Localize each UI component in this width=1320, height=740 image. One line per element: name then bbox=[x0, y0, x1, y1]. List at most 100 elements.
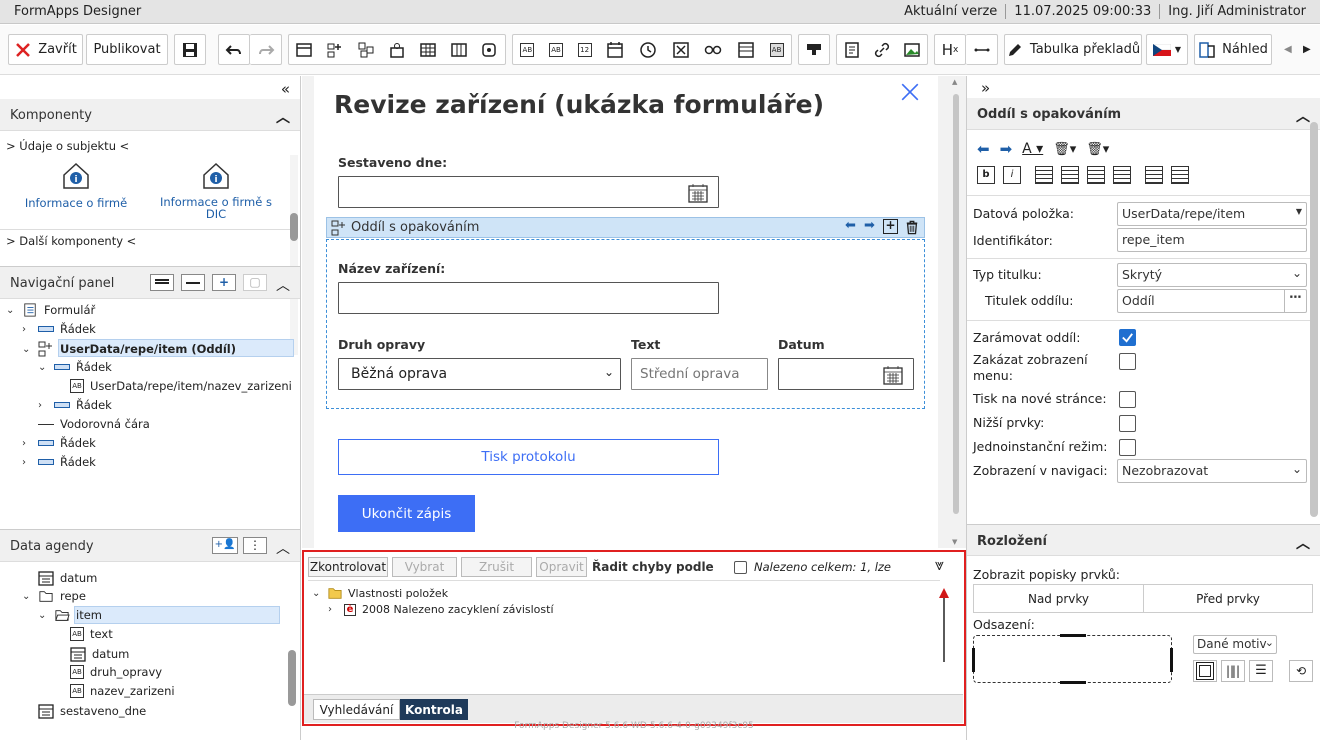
line-tool[interactable] bbox=[966, 34, 998, 65]
canvas-scrollbar[interactable]: ▲ ▼ bbox=[950, 76, 962, 548]
fill-color-icon[interactable]: 🗑▾ bbox=[1053, 142, 1076, 157]
nav-row[interactable]: › Řádek bbox=[22, 455, 96, 469]
textbox-icon[interactable]: AB bbox=[520, 42, 535, 57]
add-item-button[interactable]: + bbox=[212, 274, 236, 291]
save-button[interactable] bbox=[174, 34, 206, 65]
check-button[interactable]: Zkontrolovat bbox=[308, 557, 388, 577]
nad-prvky-button[interactable]: Nad prvky bbox=[973, 584, 1144, 613]
dropdown-icon[interactable] bbox=[737, 41, 755, 59]
properties-scrollbar[interactable] bbox=[1310, 122, 1318, 542]
nizsi-checkbox[interactable] bbox=[1119, 415, 1136, 432]
jedno-checkbox[interactable] bbox=[1119, 439, 1136, 456]
publish-button[interactable]: Publikovat bbox=[86, 34, 168, 65]
nav-field[interactable]: AB UserData/repe/item/nazev_zarizeni bbox=[70, 379, 292, 393]
scroll-left-icon[interactable]: ◀ bbox=[1284, 44, 1292, 55]
arrow-right-icon[interactable]: ➡ bbox=[864, 218, 875, 233]
language-select[interactable]: ▼ bbox=[1146, 34, 1188, 65]
preview-button[interactable]: Náhled bbox=[1194, 34, 1272, 65]
component-group-1[interactable]: > Údaje o subjektu < bbox=[6, 139, 129, 153]
textarea-icon[interactable]: AB bbox=[548, 42, 563, 57]
ident-input[interactable]: repe_item bbox=[1117, 228, 1307, 252]
add-instance-icon[interactable]: + bbox=[883, 219, 898, 234]
padding-vertical-button[interactable]: ☰ bbox=[1249, 660, 1273, 682]
found-checkbox[interactable] bbox=[734, 561, 747, 574]
agenda-item[interactable]: datum bbox=[70, 646, 129, 662]
align-left-icon[interactable] bbox=[1035, 166, 1053, 184]
nav-hline[interactable]: Vodorovná čára bbox=[38, 417, 150, 431]
align-center-icon[interactable] bbox=[1061, 166, 1079, 184]
outdent-icon[interactable] bbox=[1171, 166, 1189, 184]
typ-select[interactable]: Skrytý ⌄ bbox=[1117, 263, 1307, 287]
clock-icon[interactable] bbox=[639, 41, 657, 59]
radio-icon[interactable] bbox=[704, 41, 722, 59]
checkbox-icon[interactable] bbox=[672, 41, 690, 59]
section-header[interactable]: Oddíl s opakováním ⬅ ➡ + bbox=[326, 217, 925, 238]
collapse-right-icon[interactable]: » bbox=[981, 79, 990, 97]
select-button[interactable]: Vybrat bbox=[392, 557, 457, 577]
agenda-item[interactable]: AB text bbox=[70, 627, 113, 641]
align-right-icon[interactable] bbox=[1087, 166, 1105, 184]
close-form-icon[interactable] bbox=[900, 82, 920, 102]
add-data-button[interactable]: +👤 bbox=[212, 537, 238, 554]
agenda-item[interactable]: AB nazev_zarizeni bbox=[70, 684, 175, 698]
print-button[interactable]: Tisk protokolu bbox=[338, 439, 719, 475]
text-input[interactable] bbox=[631, 358, 768, 390]
sestaveno-input[interactable] bbox=[338, 176, 719, 208]
check-node-props[interactable]: ⌄ Vlastnosti položek bbox=[312, 586, 448, 600]
font-color-icon[interactable]: A ▾ bbox=[1022, 141, 1043, 157]
indent-icon[interactable] bbox=[1145, 166, 1163, 184]
cancel-check-button[interactable]: Zrušit bbox=[461, 557, 532, 577]
fix-button[interactable]: Opravit bbox=[536, 557, 587, 577]
label-icon[interactable]: AB bbox=[769, 42, 784, 57]
chevron-up-icon[interactable]: ︿ bbox=[1296, 106, 1310, 126]
component-firm-info[interactable]: i Informace o firmě bbox=[24, 161, 128, 210]
columns-icon[interactable] bbox=[450, 41, 468, 59]
nav-row[interactable]: › Řádek bbox=[22, 322, 96, 336]
nav-row[interactable]: ⌄ Řádek bbox=[38, 360, 112, 374]
image-icon[interactable] bbox=[903, 41, 921, 59]
heading-tool[interactable]: Hx bbox=[934, 34, 966, 65]
druh-select[interactable]: Běžná oprava ⌄ bbox=[338, 358, 621, 390]
datum-input[interactable] bbox=[778, 358, 914, 390]
agenda-folder[interactable]: ⌄ repe bbox=[22, 589, 86, 603]
group-icon[interactable] bbox=[357, 41, 375, 59]
more-button[interactable]: ⋮ bbox=[243, 537, 267, 554]
bold-icon[interactable]: b bbox=[977, 166, 995, 184]
motiv-select[interactable]: Dané motiv ⌄ bbox=[1193, 635, 1277, 654]
component-icon[interactable] bbox=[388, 41, 406, 59]
close-button[interactable]: Zavřít bbox=[8, 34, 83, 65]
nav-row[interactable]: › Řádek bbox=[22, 436, 96, 450]
calendar-icon[interactable] bbox=[688, 183, 708, 203]
repeat-section-icon[interactable] bbox=[326, 41, 344, 59]
nav-form[interactable]: ⌄ Formulář bbox=[6, 303, 95, 317]
chevron-up-icon[interactable]: ︿ bbox=[1296, 533, 1310, 553]
finish-button[interactable]: Ukončit zápis bbox=[338, 495, 475, 532]
components-header[interactable]: Komponenty ︿ bbox=[0, 99, 300, 131]
agenda-item[interactable]: datum bbox=[38, 570, 97, 586]
calendar-icon[interactable] bbox=[883, 365, 903, 385]
datova-select[interactable]: UserData/repe/item ▼ bbox=[1117, 202, 1307, 226]
zakazat-checkbox[interactable] bbox=[1119, 353, 1136, 370]
nav-row[interactable]: › Řádek bbox=[38, 398, 112, 412]
padding-all-button[interactable] bbox=[1193, 660, 1217, 682]
italic-icon[interactable]: i bbox=[1003, 166, 1021, 184]
agenda-item[interactable]: sestaveno_dne bbox=[38, 703, 146, 719]
tab-check[interactable]: Kontrola bbox=[400, 699, 468, 720]
calendar-icon[interactable] bbox=[606, 41, 624, 59]
component-firm-info-dic[interactable]: i Informace o firmě s DIC bbox=[160, 161, 272, 220]
tabs-icon[interactable] bbox=[480, 41, 498, 59]
collapse-left-icon[interactable]: « bbox=[281, 80, 290, 98]
arrow-left-icon[interactable]: ⬅ bbox=[977, 140, 990, 158]
border-color-icon[interactable]: 🗑▾ bbox=[1086, 142, 1109, 157]
collapse-all-button[interactable] bbox=[150, 274, 174, 291]
translations-button[interactable]: Tabulka překladů bbox=[1004, 34, 1142, 65]
table-icon[interactable] bbox=[419, 41, 437, 59]
arrow-right-icon[interactable]: ➡ bbox=[1000, 140, 1013, 158]
pred-prvky-button[interactable]: Před prvky bbox=[1143, 584, 1313, 613]
trash-icon[interactable] bbox=[905, 220, 919, 235]
redo-button[interactable] bbox=[250, 34, 282, 65]
padding-horizontal-button[interactable]: |‖| bbox=[1221, 660, 1245, 682]
padding-reset-button[interactable]: ⟲ bbox=[1289, 660, 1313, 682]
tab-search[interactable]: Vyhledávání bbox=[313, 699, 400, 720]
component-group-2[interactable]: > Další komponenty < bbox=[6, 234, 136, 248]
